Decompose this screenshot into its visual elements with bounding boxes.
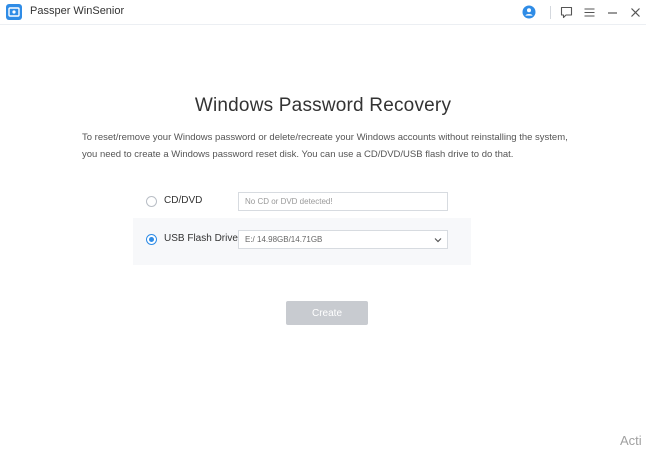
cd-dvd-label[interactable]: CD/DVD — [164, 195, 202, 206]
feedback-icon[interactable] — [556, 2, 576, 22]
titlebar-divider — [550, 6, 551, 19]
title-bar: Passper WinSenior — [0, 0, 646, 25]
app-title: Passper WinSenior — [30, 5, 125, 17]
description-text: To reset/remove your Windows password or… — [82, 132, 568, 160]
menu-icon[interactable] — [579, 2, 599, 22]
minimize-icon[interactable] — [602, 2, 622, 22]
usb-flash-drive-label[interactable]: USB Flash Drive — [164, 233, 238, 244]
cd-dvd-radio[interactable] — [146, 196, 157, 207]
page-title: Windows Password Recovery — [194, 95, 452, 116]
usb-flash-drive-radio[interactable] — [146, 234, 157, 245]
usb-drive-select[interactable]: E:/ 14.98GB/14.71GB — [238, 230, 448, 249]
account-icon[interactable] — [519, 2, 539, 22]
cd-dvd-status-text: No CD or DVD detected! — [245, 197, 333, 206]
cd-dvd-status-field: No CD or DVD detected! — [238, 192, 448, 211]
activation-watermark: Acti — [620, 433, 642, 448]
app-logo-icon — [6, 4, 22, 20]
usb-drive-select-value: E:/ 14.98GB/14.71GB — [245, 235, 323, 244]
create-button[interactable]: Create — [286, 301, 368, 325]
chevron-down-icon — [434, 236, 442, 246]
close-icon[interactable] — [625, 2, 645, 22]
